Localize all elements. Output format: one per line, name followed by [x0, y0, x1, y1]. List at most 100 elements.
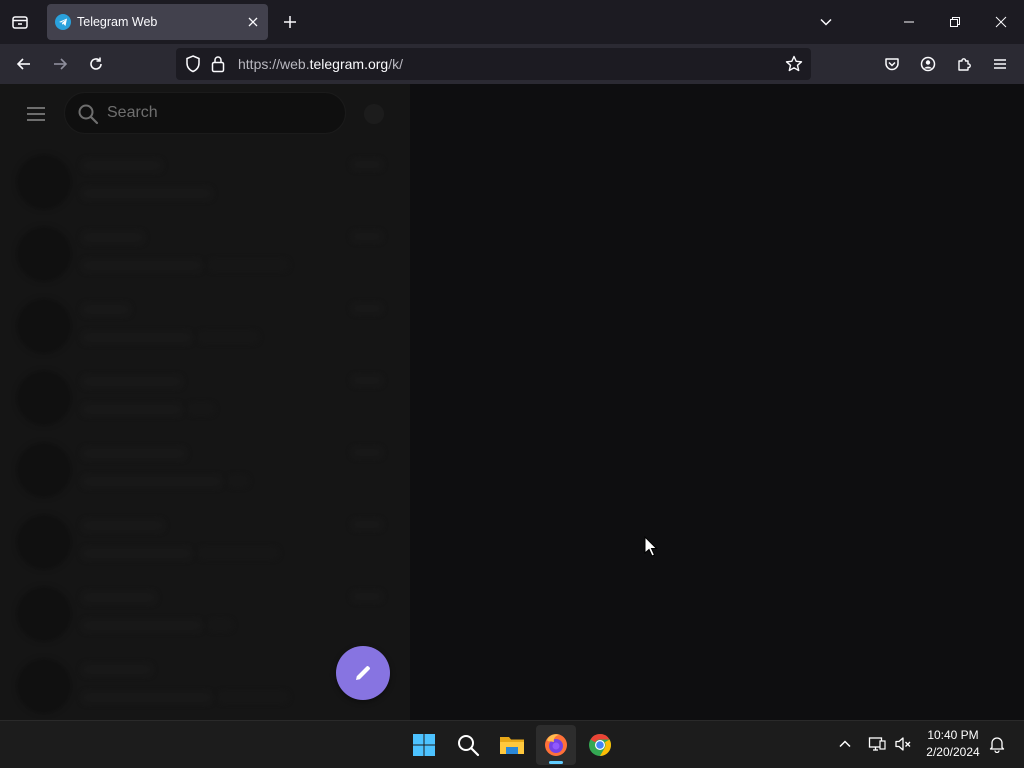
extensions-icon — [958, 58, 971, 71]
avatar — [16, 514, 72, 570]
back-button[interactable] — [10, 50, 38, 78]
chat-name-blurred — [82, 160, 162, 171]
search-input[interactable] — [107, 93, 327, 133]
chrome-icon — [589, 734, 611, 756]
chat-preview-blurred — [82, 548, 192, 559]
address-bar[interactable]: https://web.telegram.org/k/ — [176, 48, 811, 80]
extensions-button[interactable] — [950, 50, 978, 78]
restore-window-button[interactable] — [936, 4, 974, 40]
chat-preview-blurred — [82, 332, 192, 343]
chrome-taskbar-button[interactable] — [580, 725, 620, 765]
tab-list-button[interactable] — [6, 8, 34, 36]
chat-name-blurred — [82, 448, 186, 459]
tracking-protection-button[interactable] — [184, 54, 202, 79]
firefox-icon — [545, 734, 567, 756]
new-tab-button[interactable] — [278, 10, 302, 34]
site-security-button[interactable] — [210, 54, 226, 79]
chat-time-blurred — [352, 592, 382, 601]
tab-telegram-web[interactable]: Telegram Web — [47, 4, 268, 40]
shield-icon — [186, 55, 200, 73]
chat-list-item[interactable] — [0, 364, 410, 436]
forward-button[interactable] — [46, 50, 74, 78]
file-explorer-button[interactable] — [492, 725, 532, 765]
chevron-down-icon — [820, 18, 832, 26]
chat-name-blurred — [82, 520, 164, 531]
chat-name-blurred — [82, 304, 130, 315]
chat-preview-blurred — [82, 476, 222, 487]
menu-icon — [994, 59, 1006, 69]
chat-preview-blurred — [198, 548, 278, 558]
volume-muted-icon — [895, 737, 911, 751]
avatar — [16, 226, 72, 282]
network-status-button[interactable] — [866, 733, 888, 755]
bookmark-button[interactable] — [784, 54, 804, 79]
chat-list-item[interactable] — [0, 220, 410, 292]
windows-taskbar: 10:40 PM 2/20/2024 — [0, 720, 1024, 768]
hamburger-menu-icon — [27, 107, 45, 121]
firefox-taskbar-button[interactable] — [536, 725, 576, 765]
search-box[interactable] — [64, 92, 346, 134]
chat-sidebar — [0, 84, 410, 720]
bell-icon — [989, 737, 1005, 753]
close-window-button[interactable] — [982, 4, 1020, 40]
tab-list-icon — [12, 16, 28, 29]
chat-time-blurred — [352, 520, 382, 529]
chat-name-blurred — [82, 592, 156, 603]
chat-list-item[interactable] — [0, 148, 410, 220]
minimize-window-button[interactable] — [890, 4, 928, 40]
avatar — [16, 658, 72, 714]
system-clock[interactable]: 10:40 PM 2/20/2024 — [918, 727, 988, 761]
chat-list-item[interactable] — [0, 580, 410, 652]
pencil-icon — [356, 666, 370, 680]
windows-start-icon — [413, 734, 435, 756]
list-all-tabs-button[interactable] — [814, 10, 838, 34]
browser-tab-strip: Telegram Web — [0, 0, 1024, 44]
chat-time-blurred — [352, 232, 382, 241]
back-icon — [16, 58, 30, 70]
network-icon — [868, 737, 886, 751]
chat-preview-blurred — [188, 404, 214, 414]
chat-view-empty — [410, 84, 1024, 720]
reload-button[interactable] — [82, 50, 110, 78]
url-path: /k/ — [388, 56, 403, 72]
avatar — [16, 298, 72, 354]
new-message-button[interactable] — [336, 646, 390, 700]
volume-button[interactable] — [892, 733, 914, 755]
taskbar-search-button[interactable] — [448, 725, 488, 765]
chat-list-item[interactable] — [0, 292, 410, 364]
account-button[interactable] — [914, 50, 942, 78]
url-text[interactable]: https://web.telegram.org/k/ — [238, 56, 403, 72]
chat-preview-blurred — [82, 692, 212, 703]
plus-icon — [284, 16, 296, 28]
star-icon — [785, 55, 803, 72]
app-menu-button[interactable] — [986, 50, 1014, 78]
main-menu-button[interactable] — [18, 96, 54, 132]
clock-date: 2/20/2024 — [926, 745, 980, 759]
chat-name-blurred — [82, 664, 152, 675]
chat-list-item[interactable] — [0, 508, 410, 580]
show-hidden-icons-button[interactable] — [834, 733, 856, 755]
avatar — [16, 442, 72, 498]
start-button[interactable] — [404, 725, 444, 765]
page-content — [0, 84, 1024, 720]
chat-time-blurred — [352, 448, 382, 457]
avatar — [16, 154, 72, 210]
chat-preview-blurred — [218, 692, 288, 702]
chevron-up-icon — [839, 740, 851, 748]
restore-icon — [950, 17, 960, 27]
chat-name-blurred — [82, 232, 144, 243]
chat-list-item[interactable] — [0, 436, 410, 508]
window-close-icon — [995, 16, 1007, 28]
search-icon — [458, 735, 480, 757]
clock-time: 10:40 PM — [927, 728, 979, 742]
chat-preview-blurred — [82, 260, 202, 271]
url-host: telegram.org — [309, 56, 389, 72]
pocket-button[interactable] — [878, 50, 906, 78]
account-icon — [920, 56, 936, 72]
chat-name-blurred — [82, 376, 182, 387]
chat-preview-blurred — [208, 260, 288, 270]
close-tab-button[interactable] — [245, 14, 261, 30]
notifications-button[interactable] — [986, 733, 1008, 755]
file-explorer-icon — [500, 737, 524, 754]
chat-preview-blurred — [228, 476, 248, 486]
